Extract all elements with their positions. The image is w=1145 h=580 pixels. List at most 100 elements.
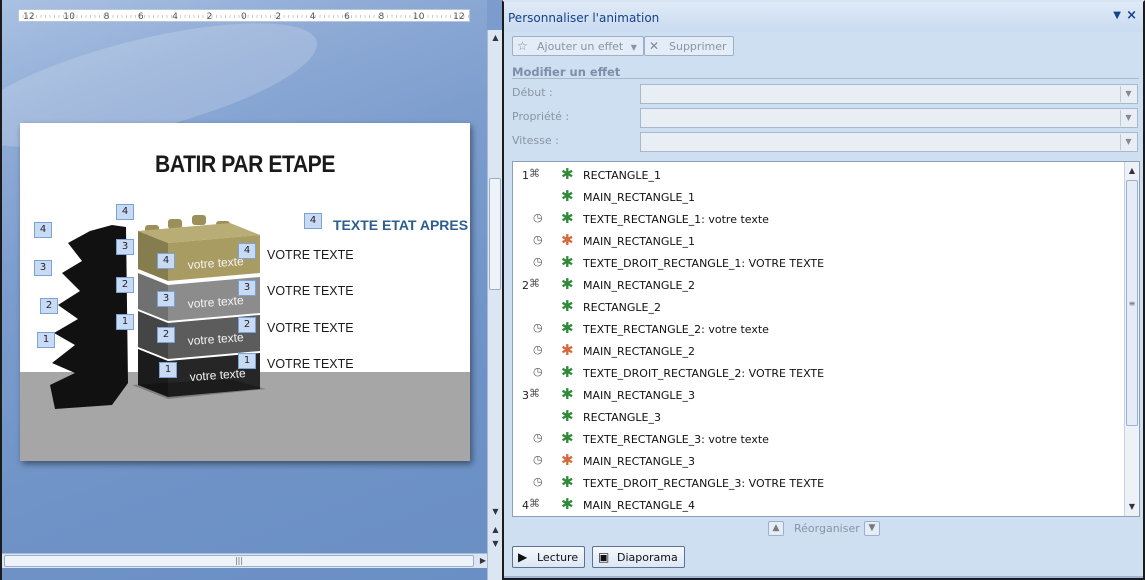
slide-canvas[interactable]: votre texte votre texte votre texte votr… — [20, 123, 470, 461]
animation-order-tag[interactable]: 3 — [116, 239, 134, 255]
ruler-label: 12 — [23, 11, 35, 22]
speed-select[interactable]: ▼ — [640, 132, 1138, 152]
add-effect-label: Ajouter un effet — [537, 40, 624, 53]
horizontal-ruler[interactable]: 12 10 8 6 4 2 0 2 4 6 8 10 12 — [18, 9, 470, 22]
horizontal-scrollbar[interactable]: ||| ▶ — [2, 553, 487, 568]
entrance-effect-star-icon: ✱ — [561, 473, 574, 491]
animation-list-scroll-thumb[interactable]: ≡ — [1126, 180, 1138, 426]
on-click-mouse-icon: ⌘ — [529, 167, 540, 180]
play-button[interactable]: ▶ Lecture — [512, 546, 586, 568]
ruler-label: 2 — [206, 11, 213, 22]
slideshow-label: Diaporama — [617, 551, 678, 564]
animation-order-tag[interactable]: 3 — [157, 291, 175, 307]
votre-texte-label-3[interactable]: VOTRE TEXTE — [267, 284, 354, 298]
animation-list-item[interactable]: 4 ⌘ ✱ MAIN_RECTANGLE_4 — [513, 494, 1123, 516]
add-effect-star-icon: ☆ — [517, 39, 528, 53]
animation-order-tag[interactable]: 4 — [238, 243, 256, 259]
animation-list-item[interactable]: ◷ ✱ TEXTE_RECTANGLE_3: votre texte — [513, 428, 1123, 450]
votre-texte-label-2[interactable]: VOTRE TEXTE — [267, 321, 354, 335]
entrance-effect-star-icon: ✱ — [561, 319, 574, 337]
animation-list-item[interactable]: ◷ ✱ TEXTE_DROIT_RECTANGLE_2: VOTRE TEXTE — [513, 362, 1123, 384]
animation-list-item[interactable]: ◷ ✱ TEXTE_DROIT_RECTANGLE_1: VOTRE TEXTE — [513, 252, 1123, 274]
vertical-scroll-thumb[interactable] — [489, 178, 501, 290]
animation-list-item[interactable]: ◷ ✱ TEXTE_RECTANGLE_1: votre texte — [513, 208, 1123, 230]
property-select[interactable]: ▼ — [640, 108, 1138, 128]
add-effect-button[interactable]: ☆ Ajouter un effet ▼ — [512, 36, 644, 56]
animation-list-item[interactable]: 1 ⌘ ✱ RECTANGLE_1 — [513, 164, 1123, 186]
ruler-label: 2 — [275, 11, 282, 22]
texte-etat-apres-label[interactable]: TEXTE ETAT APRES — [333, 217, 468, 233]
play-label: Lecture — [537, 551, 579, 564]
animation-order-tag[interactable]: 4 — [157, 253, 175, 269]
animation-list-item[interactable]: ◷ ✱ MAIN_RECTANGLE_2 — [513, 340, 1123, 362]
divider — [512, 78, 1139, 79]
animation-list-scrollbar[interactable]: ▲ ≡ ▼ — [1124, 162, 1139, 516]
delete-button[interactable]: ✕ Supprimer — [644, 36, 734, 56]
entrance-effect-star-icon: ✱ — [561, 275, 574, 293]
animation-list-item[interactable]: ✱ MAIN_RECTANGLE_1 — [513, 186, 1123, 208]
scroll-up-arrow-icon[interactable]: ▲ — [1125, 164, 1139, 178]
animation-list-item[interactable]: ◷ ✱ TEXTE_DROIT_RECTANGLE_3: VOTRE TEXTE — [513, 472, 1123, 494]
chevron-down-icon[interactable]: ▼ — [1120, 110, 1136, 126]
scroll-down-arrow-icon[interactable]: ▼ — [1125, 500, 1139, 514]
animation-name: TEXTE_RECTANGLE_3: votre texte — [583, 433, 769, 446]
animation-order-tag[interactable]: 4 — [34, 222, 52, 238]
start-select[interactable]: ▼ — [640, 84, 1138, 104]
animation-order-tag[interactable]: 2 — [238, 317, 256, 333]
entrance-effect-star-icon: ✱ — [561, 363, 574, 381]
animation-list-item[interactable]: ✱ RECTANGLE_3 — [513, 406, 1123, 428]
slide-title[interactable]: BATIR PAR ETAPE — [47, 151, 443, 179]
next-slide-icon[interactable]: ▼ — [488, 538, 503, 550]
animation-list-item[interactable]: ◷ ✱ MAIN_RECTANGLE_3 — [513, 450, 1123, 472]
slide-vertical-scrollbar[interactable]: ▲ ▼ ▲ ▼ — [487, 30, 502, 580]
after-previous-clock-icon: ◷ — [533, 453, 543, 466]
animation-order-tag[interactable]: 3 — [238, 280, 256, 296]
scroll-down-arrow-icon[interactable]: ▼ — [488, 506, 503, 518]
move-down-button[interactable]: ▼ — [864, 521, 880, 536]
up-arrow-icon: ▲ — [772, 523, 780, 533]
animation-order-tag[interactable]: 2 — [157, 327, 175, 343]
animation-order-tag[interactable]: 1 — [159, 362, 177, 378]
animation-list-item[interactable]: ✱ RECTANGLE_2 — [513, 296, 1123, 318]
animation-name: TEXTE_RECTANGLE_1: votre texte — [583, 213, 769, 226]
horizontal-scroll-thumb[interactable]: ||| — [4, 555, 474, 567]
animation-order-tag[interactable]: 1 — [37, 332, 55, 348]
delete-icon: ✕ — [649, 39, 660, 53]
speed-label: Vitesse : — [512, 134, 559, 147]
previous-slide-icon[interactable]: ▲ — [488, 524, 503, 536]
scroll-right-arrow-icon[interactable]: ▶ — [477, 555, 487, 567]
animation-order-tag[interactable]: 1 — [116, 314, 134, 330]
animation-order-tag[interactable]: 3 — [34, 260, 52, 276]
animation-list-item[interactable]: 2 ⌘ ✱ MAIN_RECTANGLE_2 — [513, 274, 1123, 296]
slide-editing-area[interactable]: 12 10 8 6 4 2 0 2 4 6 8 10 12 votre text… — [0, 0, 487, 580]
ruler-label: 10 — [63, 11, 76, 22]
animation-order-tag[interactable]: 2 — [40, 298, 58, 314]
pane-header: Personnaliser l'animation ▼ × — [504, 2, 1143, 32]
chevron-down-icon[interactable]: ▼ — [1120, 134, 1136, 150]
pane-options-dropdown-icon[interactable]: ▼ — [1113, 10, 1121, 21]
chevron-down-icon[interactable]: ▼ — [1120, 86, 1136, 102]
entrance-effect-star-icon: ✱ — [561, 407, 574, 425]
animation-list-item[interactable]: 3 ⌘ ✱ MAIN_RECTANGLE_3 — [513, 384, 1123, 406]
animation-order-tag[interactable]: 4 — [116, 204, 134, 220]
entrance-effect-star-icon: ✱ — [561, 495, 574, 513]
slideshow-button[interactable]: ▣ Diaporama — [592, 546, 685, 568]
animation-list[interactable]: 1 ⌘ ✱ RECTANGLE_1 ✱ MAIN_RECTANGLE_1 ◷ ✱ TEXTE_R… — [512, 161, 1140, 517]
ruler-label: 8 — [103, 11, 110, 22]
animation-list-item[interactable]: ◷ ✱ MAIN_RECTANGLE_1 — [513, 230, 1123, 252]
ruler-label: 10 — [412, 11, 425, 22]
scroll-up-arrow-icon[interactable]: ▲ — [488, 32, 503, 44]
votre-texte-label-1[interactable]: VOTRE TEXTE — [267, 357, 354, 371]
animation-order-tag[interactable]: 2 — [116, 277, 134, 293]
ruler-label: 6 — [344, 11, 351, 22]
close-icon[interactable]: × — [1126, 8, 1137, 23]
votre-texte-label-4[interactable]: VOTRE TEXTE — [267, 248, 354, 262]
animation-order-tag[interactable]: 4 — [304, 213, 322, 229]
animation-order-tag[interactable]: 1 — [238, 353, 256, 369]
move-up-button[interactable]: ▲ — [768, 521, 784, 536]
after-previous-clock-icon: ◷ — [533, 431, 543, 444]
animation-list-item[interactable]: ◷ ✱ TEXTE_RECTANGLE_2: votre texte — [513, 318, 1123, 340]
animation-name: TEXTE_DROIT_RECTANGLE_3: VOTRE TEXTE — [583, 477, 825, 490]
after-previous-clock-icon: ◷ — [533, 321, 543, 334]
animation-name: TEXTE_DROIT_RECTANGLE_1: VOTRE TEXTE — [583, 257, 825, 270]
